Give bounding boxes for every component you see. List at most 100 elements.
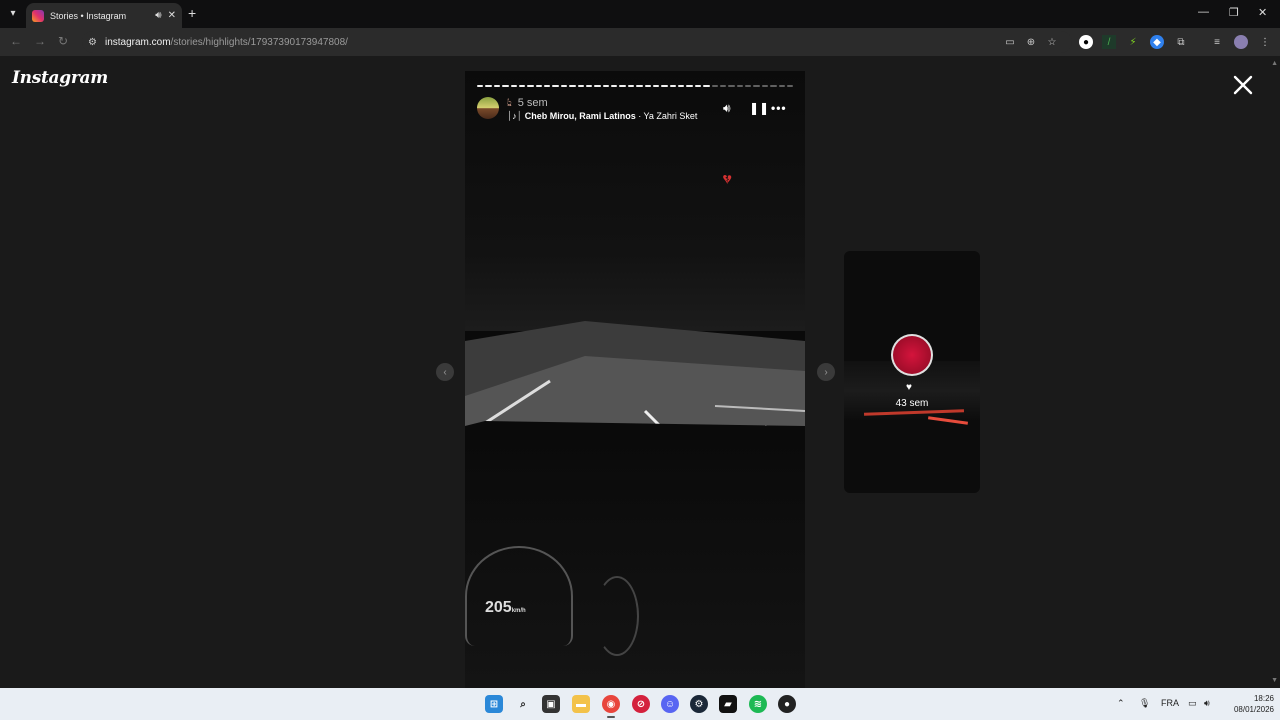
tab-search-icon[interactable]: ▾ (4, 4, 22, 22)
current-story[interactable]: 205km/h 👆︎ 5 sem ⏐♪⏐ Cheb Mirou, Rami Lati… (465, 71, 805, 688)
heart-icon: ♥ (906, 382, 912, 393)
story-progress-segment (535, 85, 542, 87)
reading-list-icon[interactable]: ≡ (1210, 35, 1224, 49)
forward-icon[interactable]: → (34, 34, 46, 48)
story-author[interactable]: 👆︎ 5 sem (507, 97, 548, 110)
story-progress-segment (594, 85, 601, 87)
story-progress-segment (703, 85, 710, 87)
story-progress-segment (602, 85, 609, 87)
scroll-up-icon[interactable]: ▲ (1271, 60, 1278, 67)
story-progress-segment (736, 85, 743, 87)
steam-icon[interactable]: ⚙ (690, 695, 708, 713)
story-progress-segment (627, 85, 635, 87)
extensions-puzzle-icon[interactable]: ⧉ (1174, 35, 1188, 49)
address-bar[interactable]: ⚙ instagram.com /stories/highlights/1793… (82, 31, 1072, 53)
file-explorer-icon[interactable]: ▬ (572, 695, 590, 713)
browser-menu-icon[interactable]: ⋮ (1258, 35, 1272, 49)
story-progress-segment (678, 85, 685, 87)
story-progress-segment (544, 85, 551, 87)
tab-instagram-stories[interactable]: Stories • Instagram 🔊︎ ✕ (26, 3, 182, 28)
next-story-preview[interactable]: ♥ 43 sem (844, 251, 980, 493)
profile-avatar-icon[interactable] (1234, 35, 1248, 49)
close-icon[interactable] (1232, 74, 1254, 96)
story-progress-segment (770, 85, 777, 87)
story-progress-segment (669, 85, 676, 87)
story-progress-segment (611, 85, 618, 87)
story-progress-segment (569, 85, 576, 87)
story-progress-segment (661, 85, 668, 87)
task-view-icon[interactable]: ▣ (542, 695, 560, 713)
story-music[interactable]: ⏐♪⏐ Cheb Mirou, Rami Latinos · Ya Zahri S… (507, 111, 697, 122)
language-indicator[interactable]: FRA (1161, 698, 1179, 708)
new-tab-button[interactable]: + (188, 5, 196, 21)
clock-time: 18:26 (1253, 694, 1274, 703)
story-progress-segment (510, 85, 517, 87)
story-progress-segment (493, 85, 501, 87)
browser-tab-strip: ▾ Stories • Instagram 🔊︎ ✕ + — ❐ ✕ (0, 0, 1280, 28)
network-icon[interactable]: ▭ (1188, 698, 1197, 709)
clock-date: 08/01/2026 (1233, 705, 1274, 714)
story-progress-segment (761, 85, 769, 87)
volume-icon[interactable]: 🔊︎ (1204, 698, 1210, 709)
music-song-title: · Ya Zahri Sket (635, 111, 698, 121)
story-progress-segment (753, 85, 760, 87)
story-time-ago: 5 sem (517, 97, 548, 109)
app-icon[interactable]: ● (778, 695, 796, 713)
chrome-icon[interactable]: ◉ (602, 695, 620, 718)
app-icon[interactable]: ⊘ (632, 695, 650, 713)
extension-icon[interactable]: / (1102, 35, 1116, 49)
zoom-icon[interactable]: ⊕ (1024, 35, 1038, 49)
previous-story-button[interactable]: ‹ (436, 363, 454, 381)
avatar[interactable] (477, 97, 499, 119)
scroll-down-icon[interactable]: ▼ (1271, 677, 1278, 684)
spotify-icon[interactable]: ≋ (749, 695, 767, 713)
reload-icon[interactable]: ↻ (58, 34, 68, 48)
tachometer-gauge (595, 576, 639, 656)
extension-icon[interactable]: ● (1079, 35, 1093, 49)
bookmark-star-icon[interactable]: ☆ (1045, 35, 1059, 49)
minimize-icon[interactable]: — (1198, 6, 1209, 18)
tray-chevron-icon[interactable]: ⌃ (1117, 698, 1125, 709)
preview-time-ago: 43 sem (895, 398, 929, 409)
ellipsis-icon[interactable]: ••• (771, 101, 787, 115)
tab-close-icon[interactable]: ✕ (168, 10, 176, 21)
story-progress-segment (636, 85, 643, 87)
music-artists: Cheb Mirou, Rami Latinos (524, 111, 636, 121)
windows-taskbar: ⊞ ⌕ ▣ ▬ ◉ ⊘ ☺ ⚙ ▰ ≋ ● ⌃ 🎙︎ FRA ▭ 🔊︎ 18:2… (0, 688, 1280, 720)
story-progress-segment (485, 85, 492, 87)
search-icon[interactable]: ⌕ (514, 695, 532, 713)
window-close-icon[interactable]: ✕ (1258, 6, 1267, 19)
extension-icon[interactable]: ◆ (1150, 35, 1164, 49)
story-progress-bar (477, 85, 794, 87)
story-progress-segment (477, 85, 484, 87)
discord-icon[interactable]: ☺ (661, 695, 679, 713)
story-progress-segment (719, 85, 727, 87)
restore-icon[interactable]: ❐ (1229, 6, 1239, 19)
extension-icon[interactable]: ⚡︎ (1126, 35, 1140, 49)
cast-icon[interactable]: ▭ (1003, 35, 1017, 49)
scrollbar[interactable]: ▲ ▼ (1270, 56, 1280, 688)
speed-readout: 205km/h (485, 599, 526, 617)
site-info-icon[interactable]: ⚙ (88, 37, 97, 48)
broken-heart-sticker-icon: 💔︎ (723, 171, 732, 187)
system-clock[interactable]: 18:26 08/01/2026 (1222, 693, 1274, 715)
story-progress-segment (518, 85, 526, 87)
instagram-logo[interactable]: Instagram (12, 68, 108, 88)
story-progress-segment (778, 85, 785, 87)
app-icon[interactable]: ▰ (719, 695, 737, 713)
microphone-icon[interactable]: 🎙︎ (1139, 698, 1150, 709)
windows-start-icon[interactable]: ⊞ (485, 695, 503, 713)
story-progress-segment (652, 85, 660, 87)
preview-avatar-image (893, 336, 931, 374)
story-progress-segment (786, 85, 794, 87)
tab-audio-icon[interactable]: 🔊︎ (155, 10, 161, 21)
hand-emoji-icon: 👆︎ (507, 97, 512, 109)
next-story-button[interactable]: › (817, 363, 835, 381)
instagram-favicon-icon (32, 9, 44, 22)
url-path: /stories/highlights/17937390173947808/ (170, 36, 348, 48)
speaker-icon[interactable]: 🔊︎ (723, 101, 731, 116)
back-icon[interactable]: ← (10, 34, 22, 48)
url-host: instagram.com (104, 36, 171, 48)
pause-icon[interactable]: ❚❚ (749, 101, 769, 115)
story-progress-segment (585, 85, 593, 87)
